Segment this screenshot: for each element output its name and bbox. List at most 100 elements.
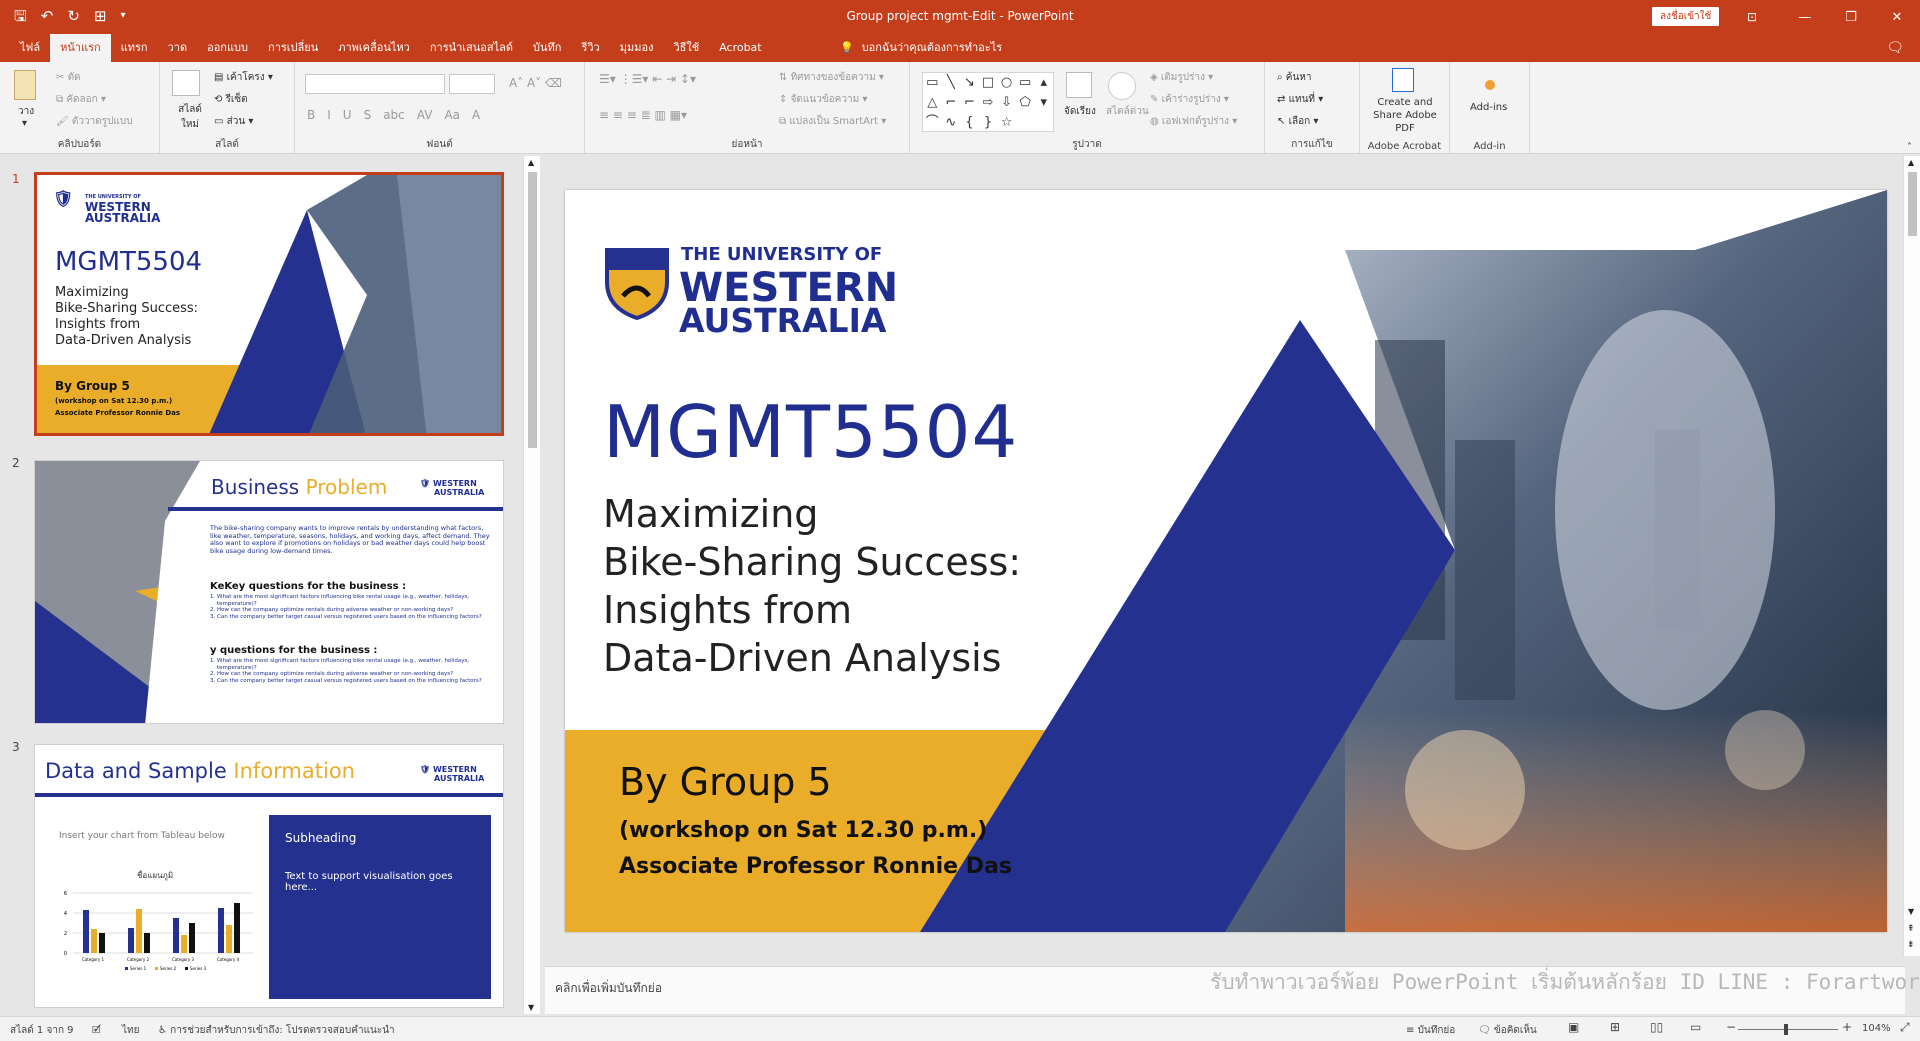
tab-7[interactable]: การนำเสนอสไลด์: [420, 34, 523, 62]
thumbnail-3-logo: 🛡 WESTERN AUSTRALIA: [420, 765, 485, 783]
accessibility-status[interactable]: ♿ การช่วยสำหรับการเข้าถึง: โปรดตรวจสอบคำ…: [158, 1023, 395, 1038]
font-format-button[interactable]: U: [343, 108, 352, 122]
tab-0[interactable]: ไฟล์: [10, 34, 50, 62]
font-format-button[interactable]: abc: [383, 108, 405, 122]
adobe-pdf-icon[interactable]: [1392, 68, 1414, 92]
notes-toggle[interactable]: ≡ บันทึกย่อ: [1406, 1023, 1455, 1038]
font-format-button[interactable]: A: [472, 108, 480, 122]
format-painter-button[interactable]: 🖌 ตัววาดรูปแบบ: [56, 114, 133, 129]
thumbnail-scroll-thumb[interactable]: [528, 172, 537, 448]
chart-ytick: 4: [64, 911, 67, 917]
arrange-button[interactable]: จัดเรียง: [1064, 104, 1096, 119]
new-slide-button[interactable]: สไลด์ใหม่: [174, 102, 206, 132]
tab-6[interactable]: ภาพเคลื่อนไหว: [328, 34, 420, 62]
thumbnail-slide-3[interactable]: Data and Sample Information 🛡 WESTERN AUS…: [34, 744, 504, 1008]
smartart-button[interactable]: ⧉ แปลงเป็น SmartArt ▾: [779, 114, 886, 129]
replace-button[interactable]: ⇄ แทนที่ ▾: [1277, 92, 1323, 107]
cut-button[interactable]: ✂ ตัด: [56, 70, 81, 85]
slide-scrollbar[interactable]: ▲ ▼ ⇞ ⇟: [1903, 156, 1920, 956]
collapse-ribbon-icon[interactable]: ˄: [1907, 142, 1912, 153]
font-format-button[interactable]: AV: [417, 108, 433, 122]
tab-11[interactable]: วิธีใช้: [663, 34, 709, 62]
normal-view-icon[interactable]: ▣: [1568, 1020, 1579, 1034]
shapes-gallery[interactable]: ▭ ╲ ↘ □ ○ ▭ ▴ △ ⌐ ⌐ ⇨ ⇩ ⬠ ▾ ⌒ ∿{} ☆: [922, 72, 1054, 132]
tab-10[interactable]: มุมมอง: [610, 34, 664, 62]
ribbon-display-icon[interactable]: ⊡: [1722, 0, 1782, 34]
previous-slide-icon[interactable]: ⇞: [1907, 924, 1915, 934]
tab-5[interactable]: การเปลี่ยน: [258, 34, 328, 62]
zoom-in-icon[interactable]: +: [1842, 1020, 1852, 1034]
scroll-down-icon[interactable]: ▼: [1908, 907, 1914, 916]
tab-4[interactable]: ออกแบบ: [197, 34, 258, 62]
paste-icon[interactable]: [14, 70, 36, 100]
zoom-slider-thumb[interactable]: [1784, 1024, 1788, 1035]
tab-3[interactable]: วาด: [158, 34, 198, 62]
next-slide-icon[interactable]: ⇟: [1907, 940, 1915, 950]
text-direction-button[interactable]: ⇅ ทิศทางของข้อความ ▾: [779, 70, 884, 85]
copy-button[interactable]: ⧉ คัดลอก ▾: [56, 92, 106, 107]
shape-fill-button[interactable]: ◈ เติมรูปร่าง ▾: [1150, 70, 1213, 85]
acrobat-group-label: Adobe Acrobat: [1367, 141, 1442, 152]
chart-ytick: 6: [64, 891, 67, 897]
fit-slide-icon[interactable]: ⤢: [1900, 1020, 1910, 1035]
slide-count[interactable]: สไลด์ 1 จาก 9: [10, 1023, 74, 1038]
paste-dropdown-icon[interactable]: ▾: [22, 118, 27, 129]
zoom-slider[interactable]: [1738, 1024, 1838, 1035]
find-button[interactable]: ⌕ ค้นหา: [1277, 70, 1312, 85]
comments-icon[interactable]: 🗨: [1886, 40, 1904, 56]
thumbnail-2-body: The bike-sharing company wants to improv…: [210, 524, 490, 555]
close-icon[interactable]: ✕: [1874, 0, 1920, 34]
select-button[interactable]: ↖ เลือก ▾: [1277, 114, 1318, 129]
spelling-icon[interactable]: 🗹: [92, 1023, 101, 1040]
arrange-icon[interactable]: [1066, 72, 1092, 98]
reading-view-icon[interactable]: ▯▯: [1650, 1020, 1663, 1034]
thumbnail-scrollbar[interactable]: ▲ ▼: [523, 156, 540, 1014]
new-slide-icon[interactable]: [172, 70, 200, 96]
addins-icon[interactable]: [1485, 80, 1495, 90]
create-pdf-button[interactable]: Create and Share Adobe PDF: [1362, 96, 1448, 135]
zoom-out-icon[interactable]: −: [1726, 1020, 1736, 1034]
tab-1[interactable]: หน้าแรก: [50, 34, 111, 62]
font-format-button[interactable]: S: [364, 108, 372, 122]
font-format-button[interactable]: Aa: [444, 108, 460, 122]
quick-styles-button[interactable]: สไตล์ด่วน: [1106, 104, 1149, 119]
font-size-combo[interactable]: [449, 74, 495, 94]
font-name-combo[interactable]: [305, 74, 445, 94]
reset-button[interactable]: ⟲ รีเซ็ต: [214, 92, 248, 107]
align-text-button[interactable]: ⇕ จัดแนวข้อความ ▾: [779, 92, 867, 107]
slide-sorter-icon[interactable]: ⊞: [1610, 1020, 1620, 1034]
tab-2[interactable]: แทรก: [111, 34, 158, 62]
font-format-button[interactable]: B: [307, 108, 315, 122]
tab-12[interactable]: Acrobat: [709, 34, 771, 62]
comments-toggle[interactable]: 🗨 ข้อคิดเห็น: [1478, 1023, 1537, 1038]
slide-scroll-thumb[interactable]: [1908, 172, 1917, 236]
quick-styles-icon[interactable]: [1108, 72, 1136, 100]
slideshow-icon[interactable]: ▭: [1690, 1020, 1701, 1034]
scroll-up-icon[interactable]: ▲: [528, 158, 534, 167]
scroll-down-icon[interactable]: ▼: [528, 1003, 534, 1012]
minimize-icon[interactable]: —: [1782, 0, 1828, 34]
tell-me-box[interactable]: 💡 บอกฉันว่าคุณต้องการทำอะไร: [840, 34, 1002, 62]
align-buttons[interactable]: ≡ ≡ ≡ ≣ ▥ ▦▾: [599, 108, 687, 122]
addins-button[interactable]: Add-ins: [1470, 102, 1507, 113]
tab-8[interactable]: บันทึก: [523, 34, 571, 62]
language-status[interactable]: ไทย: [122, 1023, 139, 1038]
shape-outline-button[interactable]: ✎ เค้าร่างรูปร่าง ▾: [1150, 92, 1229, 107]
signin-button[interactable]: ลงชื่อเข้าใช้: [1652, 7, 1720, 26]
uwa-crest-shape: [605, 248, 669, 321]
shape-effects-button[interactable]: ◍ เอฟเฟกต์รูปร่าง ▾: [1150, 114, 1237, 129]
section-button[interactable]: ▭ ส่วน ▾: [214, 114, 253, 129]
font-format-button[interactable]: I: [327, 108, 331, 122]
scroll-up-icon[interactable]: ▲: [1908, 158, 1914, 167]
main-slide[interactable]: THE UNIVERSITY OF WESTERN AUSTRALIA MGMT…: [565, 190, 1887, 932]
thumbnail-slide-1[interactable]: 🛡 THE UNIVERSITY OF WESTERN AUSTRALIA MG…: [34, 172, 504, 436]
font-grow-icon[interactable]: A˄ A˅ ⌫: [509, 76, 562, 90]
tab-9[interactable]: รีวิว: [571, 34, 609, 62]
zoom-level[interactable]: 104%: [1862, 1023, 1891, 1034]
addins-group: Add-ins Add-in: [1450, 62, 1530, 154]
restore-icon[interactable]: ❐: [1828, 0, 1874, 34]
layout-button[interactable]: ▤ เค้าโครง ▾: [214, 70, 273, 85]
thumbnail-slide-2[interactable]: Business Problem 🛡 WESTERN AUSTRALIA The …: [34, 460, 504, 724]
list-buttons[interactable]: ☰▾ ⋮☰▾ ⇤ ⇥ ↕▾: [599, 72, 696, 86]
paste-button[interactable]: วาง: [18, 104, 34, 119]
